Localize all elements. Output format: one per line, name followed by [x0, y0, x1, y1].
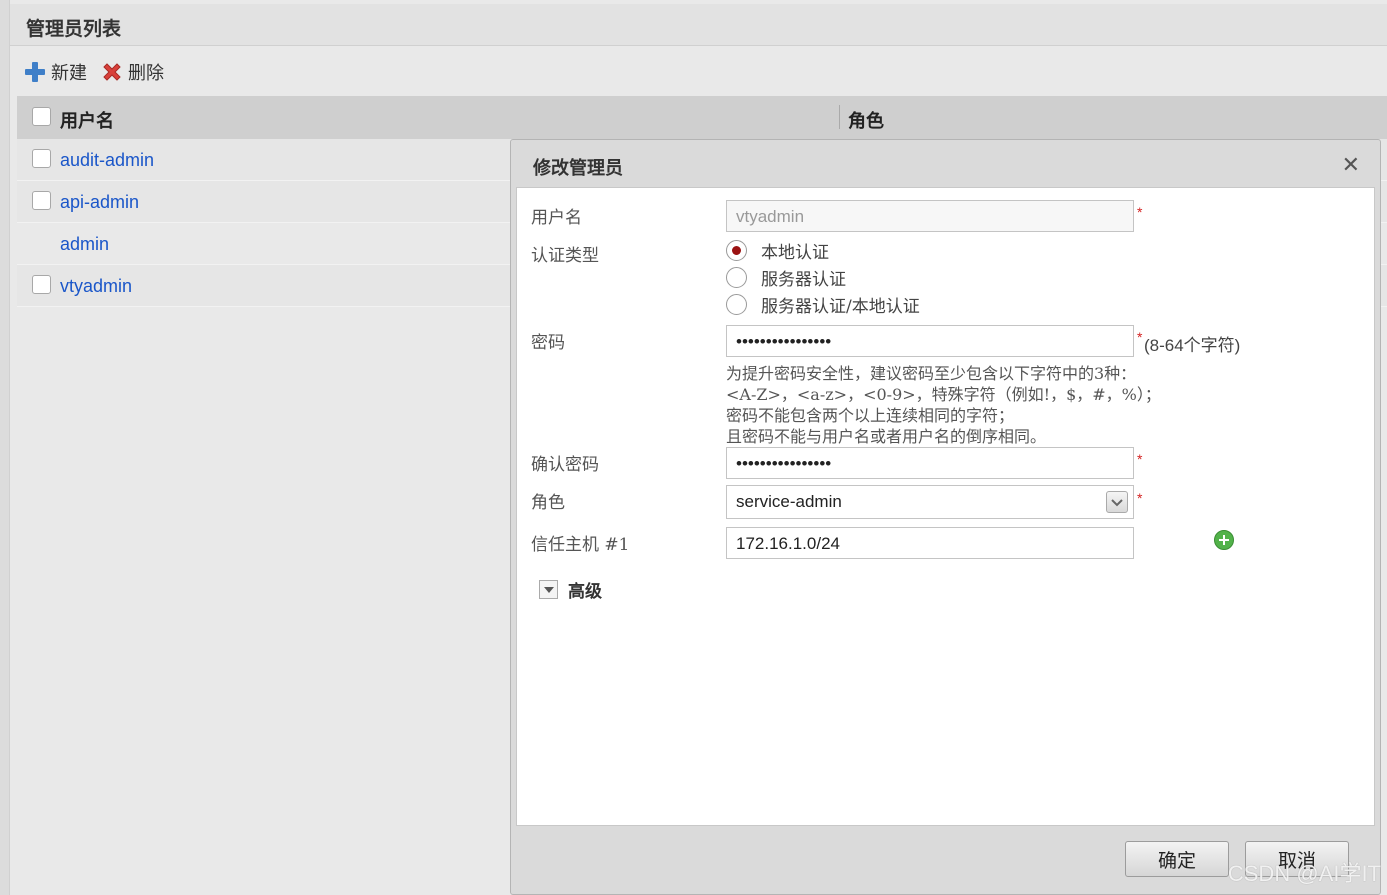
username-field: vtyadmin	[726, 200, 1134, 232]
new-button[interactable]: 新建	[24, 59, 87, 85]
password-hint-line: <A-Z>，<a-z>，<0-9>，特殊字符（例如!，$，#，%）；	[726, 385, 1161, 404]
select-all-checkbox[interactable]	[32, 107, 51, 126]
password-length-hint: (8-64个字符)	[1144, 336, 1241, 355]
required-mark: *	[1137, 451, 1143, 467]
row-checkbox[interactable]	[32, 191, 51, 210]
trusted-host-label: 信任主机 #1	[531, 535, 630, 555]
grid-header: 用户名 角色	[17, 96, 1387, 139]
delete-label: 删除	[128, 63, 164, 83]
row-username-link[interactable]: admin	[60, 234, 109, 255]
add-host-icon[interactable]	[1214, 530, 1234, 550]
password-field[interactable]: ••••••••••••••••	[726, 325, 1134, 357]
row-username-link[interactable]: audit-admin	[60, 150, 154, 171]
password-label: 密码	[531, 333, 565, 353]
confirm-password-field[interactable]: ••••••••••••••••	[726, 447, 1134, 479]
panel-header: 管理员列表	[10, 4, 1387, 46]
required-mark: *	[1137, 204, 1143, 220]
radio-button[interactable]	[726, 240, 747, 261]
username-column-header[interactable]: 用户名	[60, 107, 114, 133]
auth-local-label: 本地认证	[761, 243, 829, 263]
password-hint-line: 密码不能包含两个以上连续相同的字符；	[726, 406, 1015, 425]
required-mark: *	[1137, 329, 1143, 345]
role-label: 角色	[531, 493, 565, 513]
delete-button[interactable]: 删除	[101, 59, 164, 85]
column-divider[interactable]	[839, 105, 840, 129]
auth-server-local-label: 服务器认证/本地认证	[761, 297, 920, 317]
trusted-host-field[interactable]: 172.16.1.0/24	[726, 527, 1134, 559]
auth-server-local-radio[interactable]: 服务器认证/本地认证	[726, 292, 920, 317]
chevron-down-icon[interactable]	[1106, 491, 1128, 513]
close-icon[interactable]: ✕	[1342, 152, 1360, 178]
panel-title: 管理员列表	[26, 18, 122, 40]
role-select[interactable]: service-admin	[726, 485, 1134, 519]
toolbar: 新建 删除	[24, 58, 178, 86]
radio-button[interactable]	[726, 294, 747, 315]
password-hint-line: 为提升密码安全性，建议密码至少包含以下字符中的3种：	[726, 364, 1137, 383]
ok-button[interactable]: 确定	[1125, 841, 1229, 877]
left-edge	[0, 0, 10, 895]
role-selected-value: service-admin	[736, 492, 842, 511]
auth-local-radio[interactable]: 本地认证	[726, 238, 829, 263]
radio-button[interactable]	[726, 267, 747, 288]
row-checkbox[interactable]	[32, 275, 51, 294]
dialog-body: 用户名 vtyadmin * 认证类型 本地认证 服务器认证 服务器认证/本地认…	[516, 187, 1375, 826]
required-mark: *	[1137, 490, 1143, 506]
auth-server-radio[interactable]: 服务器认证	[726, 265, 846, 290]
edit-admin-dialog: 修改管理员 ✕ 用户名 vtyadmin * 认证类型 本地认证 服务器认证 服…	[510, 139, 1381, 895]
dialog-title: 修改管理员	[533, 158, 623, 179]
expand-arrow-icon[interactable]	[539, 580, 558, 599]
row-username-link[interactable]: api-admin	[60, 192, 139, 213]
password-hint: 为提升密码安全性，建议密码至少包含以下字符中的3种： <A-Z>，<a-z>，<…	[726, 363, 1161, 447]
confirm-password-label: 确认密码	[531, 455, 599, 475]
advanced-label: 高级	[568, 582, 602, 602]
row-username-link[interactable]: vtyadmin	[60, 276, 132, 297]
row-checkbox[interactable]	[32, 149, 51, 168]
advanced-toggle[interactable]: 高级	[539, 577, 602, 602]
plus-icon	[25, 62, 45, 82]
watermark: CSDN @AI学IT	[1227, 861, 1381, 886]
auth-server-label: 服务器认证	[761, 270, 846, 290]
password-hint-line: 且密码不能与用户名或者用户名的倒序相同。	[726, 427, 1047, 446]
username-label: 用户名	[531, 208, 582, 228]
auth-type-label: 认证类型	[531, 246, 599, 266]
role-column-header[interactable]: 角色	[848, 107, 884, 133]
delete-x-icon	[103, 63, 121, 81]
new-label: 新建	[51, 63, 87, 83]
